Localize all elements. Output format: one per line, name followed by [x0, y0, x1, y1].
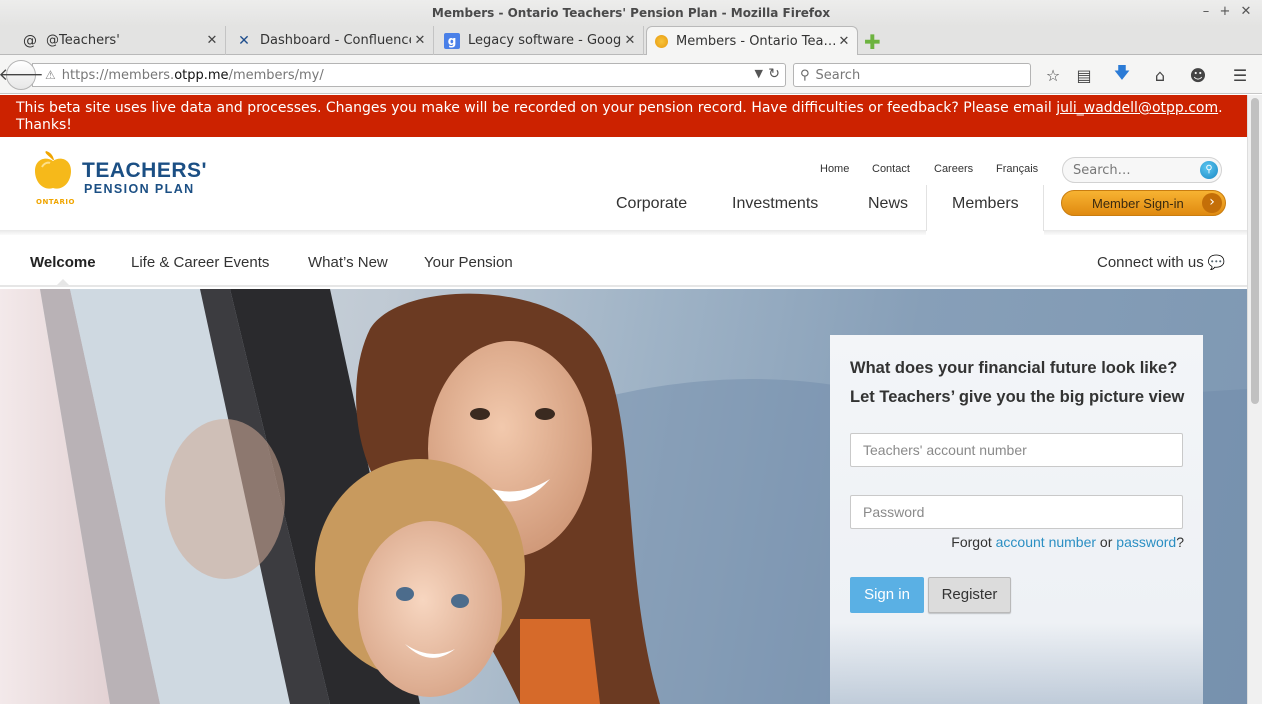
member-signin-label: Member Sign-in: [1092, 196, 1184, 211]
page-scrollbar[interactable]: [1247, 95, 1262, 704]
sign-in-button[interactable]: Sign in: [850, 577, 924, 613]
bookmark-star-icon[interactable]: ☆: [1042, 64, 1064, 86]
util-link-francais[interactable]: Français: [996, 163, 1038, 175]
subnav-your-pension[interactable]: Your Pension: [424, 254, 513, 271]
site-search-placeholder: Search…: [1073, 163, 1131, 178]
close-tab-icon[interactable]: ✕: [835, 34, 853, 49]
otpp-apple-icon: [655, 35, 668, 48]
home-icon[interactable]: ⌂: [1149, 64, 1171, 86]
nav-news[interactable]: News: [868, 195, 908, 213]
util-link-home[interactable]: Home: [820, 163, 849, 175]
tab-members[interactable]: Members - Ontario Tea… ✕: [646, 26, 858, 56]
chevron-right-icon: ›: [1202, 193, 1222, 213]
subnav-welcome[interactable]: Welcome: [30, 254, 96, 271]
url-prefix: https://members.: [61, 67, 175, 83]
site-search-input[interactable]: Search… ⚲: [1062, 157, 1222, 183]
scrollbar-thumb[interactable]: [1251, 98, 1259, 404]
forgot-credentials: Forgot account number or password?: [951, 534, 1184, 550]
confluence-icon: ✕: [238, 32, 250, 49]
subnav-life-career-events[interactable]: Life & Career Events: [131, 254, 269, 271]
password-field[interactable]: Password: [850, 495, 1183, 529]
forgot-or: or: [1096, 534, 1117, 550]
close-tab-icon[interactable]: ✕: [411, 33, 429, 48]
window-titlebar: Members - Ontario Teachers' Pension Plan…: [0, 0, 1262, 26]
nav-members-label: Members: [952, 195, 1019, 212]
browser-search-input[interactable]: ⚲ Search: [793, 63, 1031, 87]
web-page: This beta site uses live data and proces…: [0, 95, 1247, 704]
browser-search-placeholder: Search: [815, 67, 861, 83]
connect-with-us-link[interactable]: Connect with us 💬: [1097, 254, 1225, 271]
beta-email-link[interactable]: juli_waddell@otpp.com: [1056, 100, 1218, 116]
nav-corporate[interactable]: Corporate: [616, 195, 687, 213]
login-panel: What does your financial future look lik…: [830, 335, 1203, 704]
tab-strip: @ @Teachers' ✕ ✕ Dashboard - Confluence …: [0, 26, 1262, 56]
chat-icon[interactable]: ☻: [1187, 64, 1209, 86]
reload-icon[interactable]: ↻: [768, 66, 780, 82]
login-heading-2: Let Teachers’ give you the big picture v…: [850, 388, 1185, 406]
nav-members[interactable]: Members: [926, 185, 1044, 231]
back-button[interactable]: 🡐: [0, 60, 44, 90]
logo-pension-plan: PENSION PLAN: [84, 182, 195, 196]
login-heading-1: What does your financial future look lik…: [850, 359, 1178, 377]
search-icon: ⚲: [800, 67, 810, 83]
nav-investments[interactable]: Investments: [732, 195, 818, 213]
close-window-icon[interactable]: ✕: [1238, 4, 1254, 19]
url-domain: otpp.me: [174, 67, 229, 83]
download-icon[interactable]: 🡇: [1111, 63, 1133, 86]
tab-label: Dashboard - Confluence: [260, 33, 411, 48]
util-link-careers[interactable]: Careers: [934, 163, 973, 175]
tab-confluence[interactable]: ✕ Dashboard - Confluence ✕: [228, 26, 434, 55]
url-dropdown-icon[interactable]: ▼: [755, 67, 763, 80]
subnav-whats-new[interactable]: What’s New: [308, 254, 388, 271]
tab-google[interactable]: g Legacy software - Googl… ✕: [436, 26, 644, 55]
otpp-logo[interactable]: ONTARIO TEACHERS' PENSION PLAN: [32, 145, 212, 207]
active-caret: [55, 279, 71, 287]
back-arrow-icon: 🡐: [0, 65, 44, 85]
site-search-icon[interactable]: ⚲: [1200, 161, 1218, 179]
register-button[interactable]: Register: [928, 577, 1011, 613]
sub-navigation: Welcome Life & Career Events What’s New …: [0, 235, 1247, 287]
menu-icon[interactable]: ☰: [1229, 64, 1251, 86]
close-tab-icon[interactable]: ✕: [203, 33, 221, 48]
maximize-icon[interactable]: +: [1217, 4, 1233, 19]
at-icon: @: [23, 32, 37, 49]
url-bar[interactable]: ⚠ https://members. otpp.me/members/my/ ▼ …: [32, 63, 786, 87]
account-number-placeholder: Teachers' account number: [863, 442, 1027, 458]
tab-label: Legacy software - Googl…: [468, 33, 621, 48]
speech-bubble-icon: 💬: [1207, 254, 1226, 270]
tab-label: Members - Ontario Tea…: [676, 34, 835, 49]
navigation-toolbar: ⚠ https://members. otpp.me/members/my/ ▼ …: [0, 55, 1262, 94]
reading-list-icon[interactable]: ▤: [1073, 64, 1095, 86]
new-tab-icon[interactable]: ✚: [864, 30, 881, 54]
warning-icon[interactable]: ⚠: [45, 68, 56, 82]
url-path: /members/my/: [228, 67, 324, 83]
forgot-account-link[interactable]: account number: [996, 534, 1096, 550]
beta-banner: This beta site uses live data and proces…: [0, 95, 1247, 137]
forgot-password-link[interactable]: password: [1116, 534, 1176, 550]
util-link-contact[interactable]: Contact: [872, 163, 910, 175]
site-header: ONTARIO TEACHERS' PENSION PLAN Home Cont…: [0, 137, 1247, 236]
forgot-suffix: ?: [1176, 534, 1184, 550]
minimize-icon[interactable]: –: [1198, 4, 1214, 19]
close-tab-icon[interactable]: ✕: [621, 33, 639, 48]
window-title: Members - Ontario Teachers' Pension Plan…: [431, 6, 831, 20]
member-signin-button[interactable]: Member Sign-in ›: [1061, 190, 1226, 216]
tab-teachers[interactable]: @ @Teachers' ✕: [14, 26, 226, 55]
hero-banner: What does your financial future look lik…: [0, 289, 1247, 704]
tab-label: @Teachers': [46, 33, 120, 48]
password-placeholder: Password: [863, 504, 925, 520]
forgot-prefix: Forgot: [951, 534, 996, 550]
google-icon: g: [444, 32, 460, 49]
logo-ontario: ONTARIO: [36, 198, 75, 206]
connect-label: Connect with us: [1097, 254, 1204, 271]
logo-teachers: TEACHERS': [82, 159, 208, 182]
beta-text: This beta site uses live data and proces…: [16, 100, 1057, 116]
account-number-field[interactable]: Teachers' account number: [850, 433, 1183, 467]
apple-logo-icon: [35, 151, 71, 189]
